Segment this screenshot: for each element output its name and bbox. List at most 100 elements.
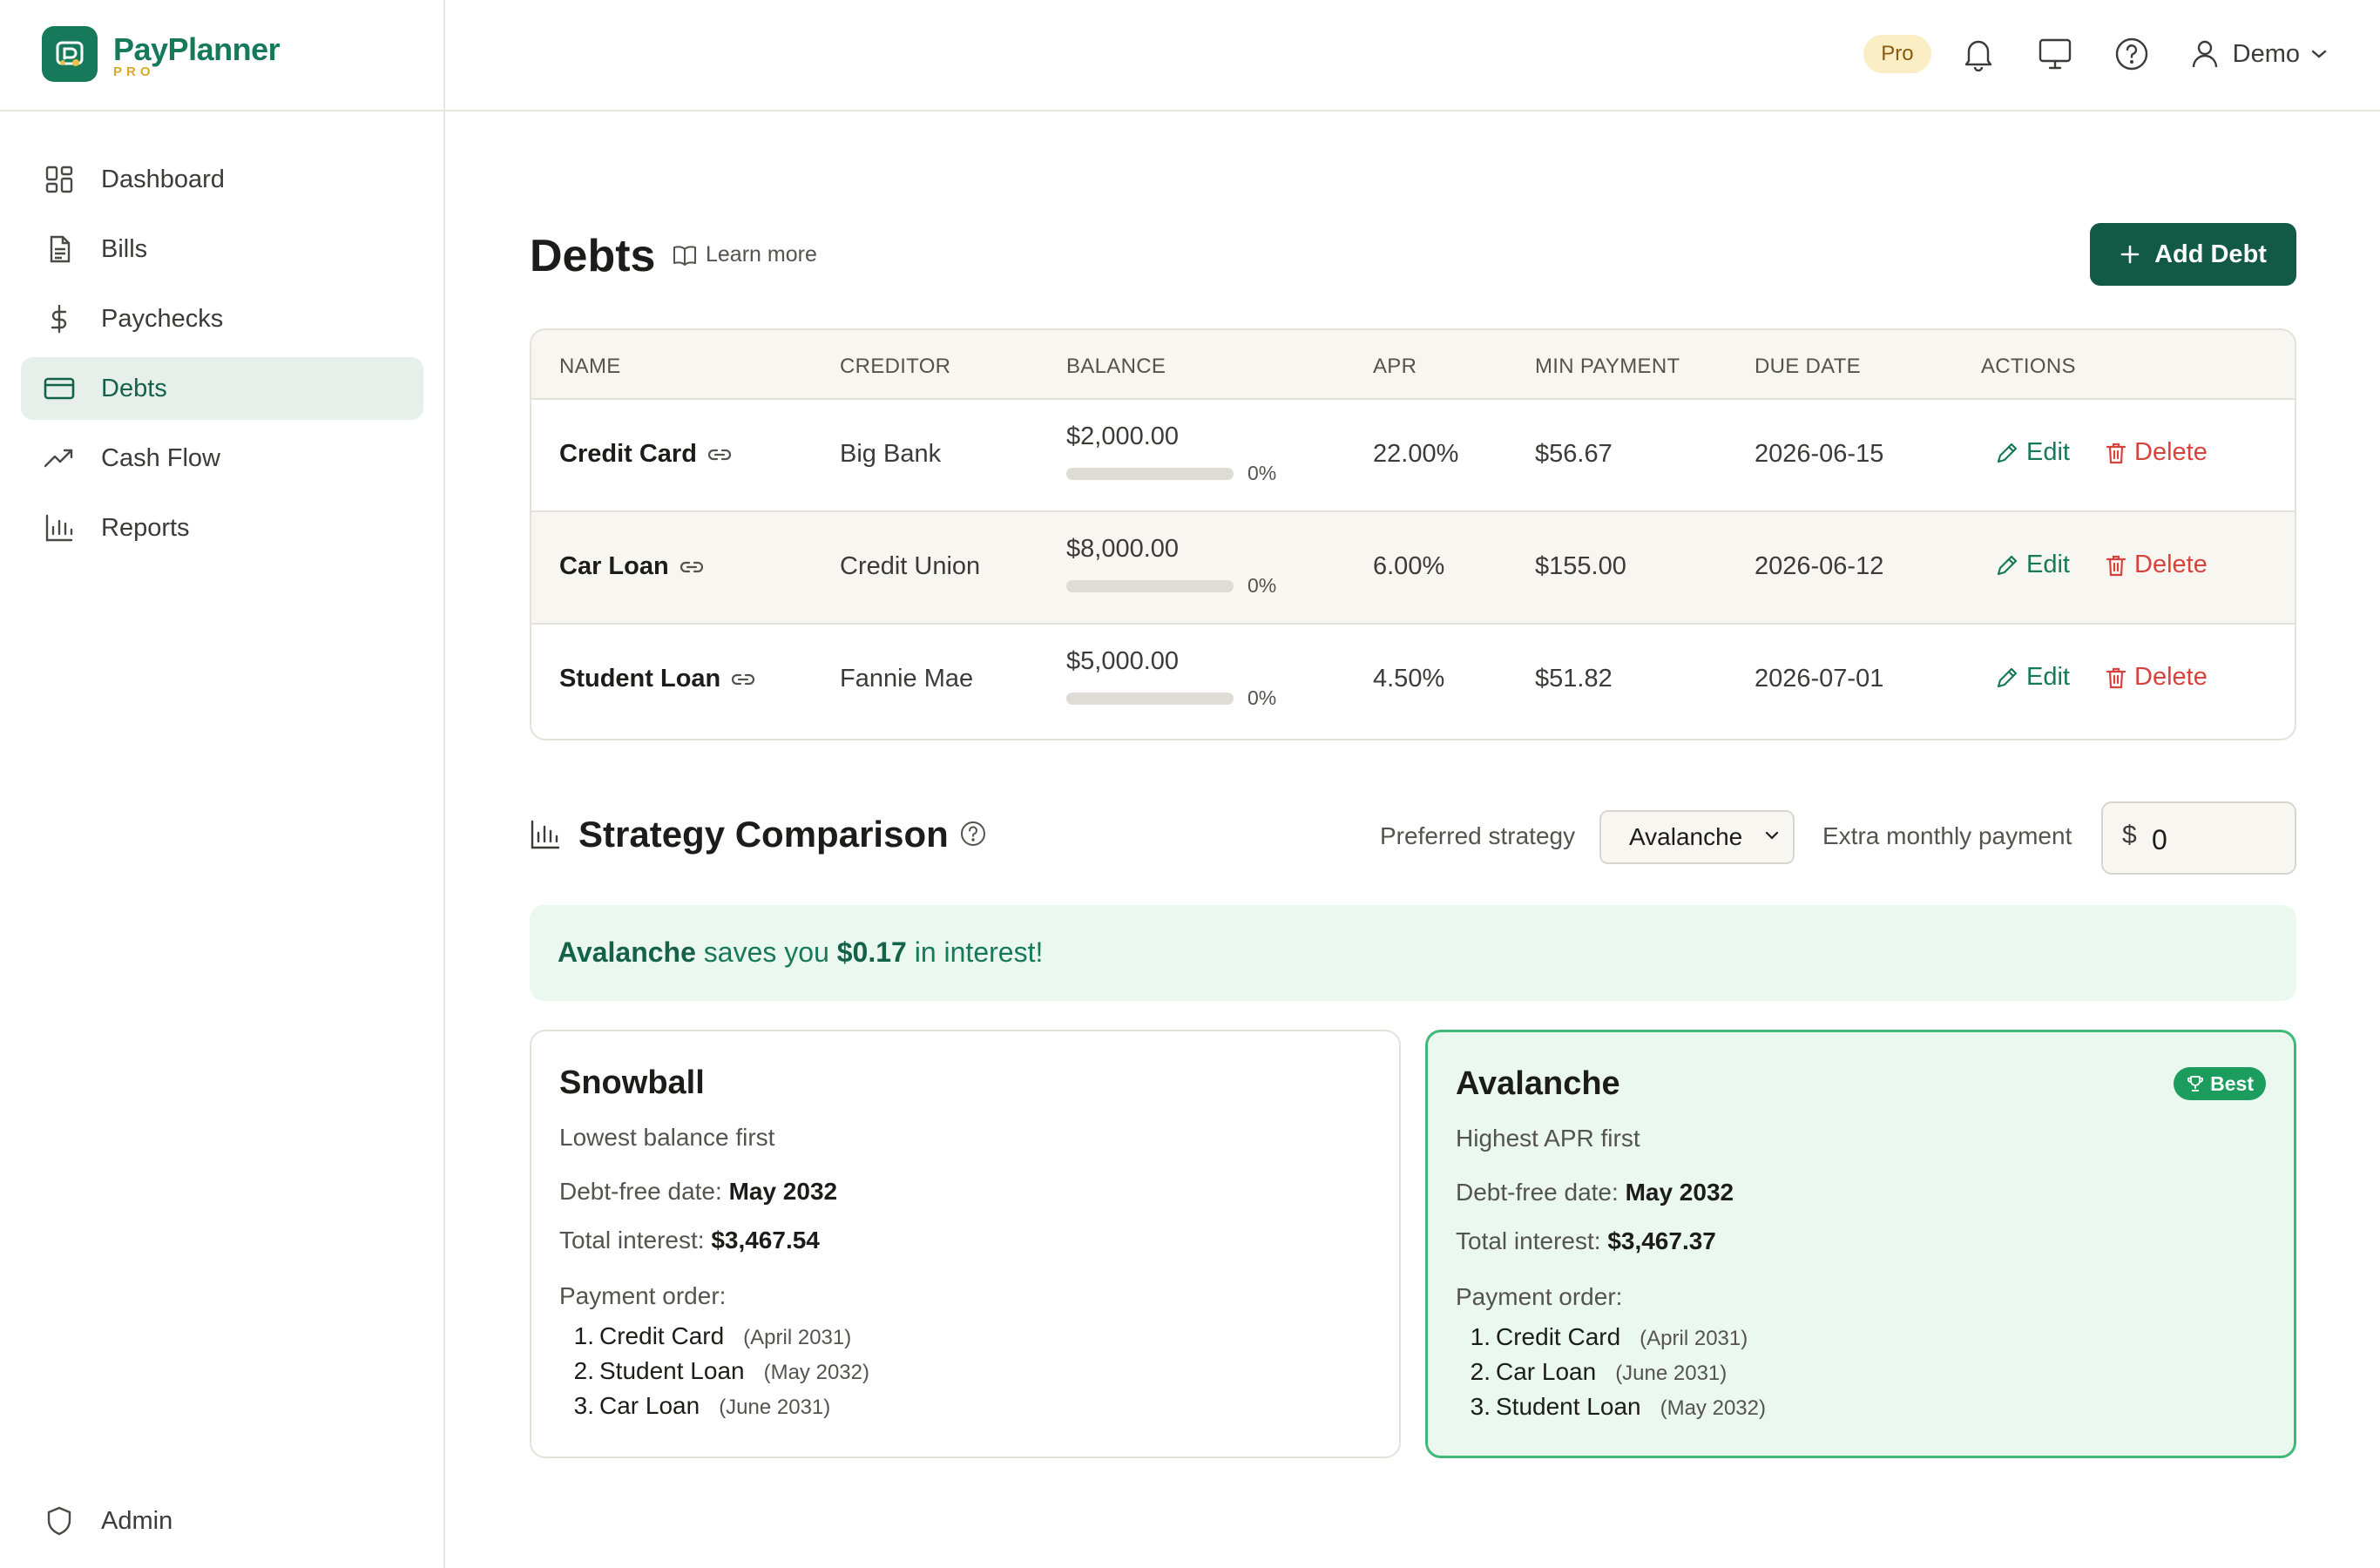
sidebar-nav: Dashboard Bills Paychecks Debts Cash Flo… [21,148,423,566]
monitor-icon[interactable] [2034,33,2076,75]
sidebar-item-reports[interactable]: Reports [21,497,423,559]
book-icon [673,244,697,267]
edit-button[interactable]: Edit [1995,438,2070,467]
best-badge-label: Best [2210,1071,2254,1095]
trophy-icon [2187,1076,2204,1092]
order-date: (June 2031) [719,1396,831,1419]
link-icon[interactable] [731,672,755,687]
savings-text: saves you [703,936,829,968]
link-icon[interactable] [680,559,704,575]
edit-button[interactable]: Edit [1995,663,2070,692]
credit-card-icon [42,371,77,406]
order-date: (April 2031) [743,1326,852,1349]
order-date: (May 2032) [1660,1396,1766,1420]
sidebar-item-debts[interactable]: Debts [21,357,423,420]
savings-banner: Avalanche saves you $0.17 in interest! [530,905,2296,1001]
sidebar-item-admin[interactable]: Admin [21,1490,423,1552]
sidebar-item-label: Cash Flow [101,443,220,472]
list-item: 3. Car Loan (June 2031) [559,1392,869,1427]
pencil-icon [1997,443,2018,463]
bar-chart-icon [42,510,77,545]
extra-payment-input[interactable]: $ 0 [2101,801,2296,875]
page-header: Debts Learn more Add Debt [530,223,2296,286]
delete-button[interactable]: Delete [2105,551,2208,579]
extra-payment-label: Extra monthly payment [1822,822,2072,849]
brand-name: PayPlanner [113,31,281,67]
edit-label: Edit [2026,438,2070,466]
payment-order-label: Payment order: [559,1282,727,1309]
progress-percent: 0% [1247,574,1277,597]
chevron-down-icon [2310,48,2328,60]
debt-name: Credit Card [559,440,732,469]
card-subtitle: Highest APR first [1456,1125,1640,1152]
order-name: Credit Card [599,1322,725,1349]
card-title: Snowball [559,1064,705,1101]
sidebar-item-dashboard[interactable]: Dashboard [21,148,423,211]
sidebar-item-cash-flow[interactable]: Cash Flow [21,427,423,490]
payment-order-label: Payment order: [1456,1283,1623,1310]
balance-cell: $5,000.00 0% [1066,647,1276,710]
learn-more-label: Learn more [706,242,817,267]
dashboard-icon [42,162,77,197]
strategy-header: Strategy Comparison Preferred strategy A… [530,801,2296,876]
order-number: 3. [1470,1393,1491,1420]
add-debt-label: Add Debt [2154,240,2267,268]
due-date: 2026-07-01 [1755,665,1884,693]
table-row: Student Loan Fannie Mae $5,000.00 0% 4.5… [531,625,2295,737]
help-icon[interactable] [2111,33,2153,75]
creditor: Fannie Mae [840,665,974,693]
sidebar-item-label: Paychecks [101,304,224,333]
min-payment: $56.67 [1535,440,1613,468]
help-icon[interactable] [960,821,986,847]
savings-message: Avalanche saves you $0.17 in interest! [558,936,1043,969]
payment-order-list: 1. Credit Card (April 2031) 2. Car Loan (Jun… [1456,1323,1766,1428]
bell-icon[interactable] [1957,33,1999,75]
currency-symbol: $ [2122,821,2137,849]
brand[interactable]: PayPlanner PRO [42,26,322,82]
delete-button[interactable]: Delete [2105,438,2208,467]
document-icon [42,232,77,267]
shield-icon [42,1504,77,1538]
order-name: Car Loan [1496,1358,1597,1385]
creditor: Credit Union [840,552,981,580]
sidebar: PayPlanner PRO Dashboard Bills Paychecks [0,0,445,1568]
trash-icon [2106,555,2126,576]
edit-label: Edit [2026,551,2070,578]
min-payment: $51.82 [1535,665,1613,693]
column-header-apr: APR [1373,355,1417,378]
delete-label: Delete [2134,663,2208,691]
preferred-strategy-select[interactable]: Avalanche [1599,810,1795,864]
list-item: 3. Student Loan (May 2032) [1456,1393,1766,1428]
best-badge: Best [2174,1067,2266,1100]
total-interest: Total interest: $3,467.37 [1456,1227,1716,1255]
column-header-name: NAME [559,355,621,378]
debt-name: Car Loan [559,552,704,581]
user-icon [2187,37,2222,71]
debt-free-label: Debt-free date: [559,1178,722,1205]
due-date: 2026-06-12 [1755,552,1884,580]
trash-icon [2106,443,2126,463]
payment-order-list: 1. Credit Card (April 2031) 2. Student Loan… [559,1322,869,1427]
debt-free-label: Debt-free date: [1456,1179,1619,1206]
debt-free-value: May 2032 [728,1178,838,1205]
edit-button[interactable]: Edit [1995,551,2070,579]
user-menu[interactable]: Demo [2187,37,2328,71]
sidebar-admin: Admin [21,1490,423,1559]
sidebar-item-label: Dashboard [101,165,225,193]
link-icon[interactable] [707,447,732,463]
delete-button[interactable]: Delete [2105,663,2208,692]
balance-amount: $5,000.00 [1066,647,1180,675]
sidebar-item-paychecks[interactable]: Paychecks [21,287,423,350]
balance-cell: $8,000.00 0% [1066,535,1276,598]
learn-more-link[interactable]: Learn more [673,242,817,267]
sidebar-item-bills[interactable]: Bills [21,218,423,280]
add-debt-button[interactable]: Add Debt [2090,223,2296,286]
creditor: Big Bank [840,440,942,468]
chevron-down-icon [1763,829,1781,841]
total-interest: Total interest: $3,467.54 [559,1227,820,1254]
sidebar-item-label: Debts [101,374,167,402]
extra-payment-value[interactable]: 0 [2152,824,2167,856]
debt-name: Student Loan [559,665,755,693]
apr: 6.00% [1373,552,1445,580]
card-title: Avalanche [1456,1065,1620,1102]
